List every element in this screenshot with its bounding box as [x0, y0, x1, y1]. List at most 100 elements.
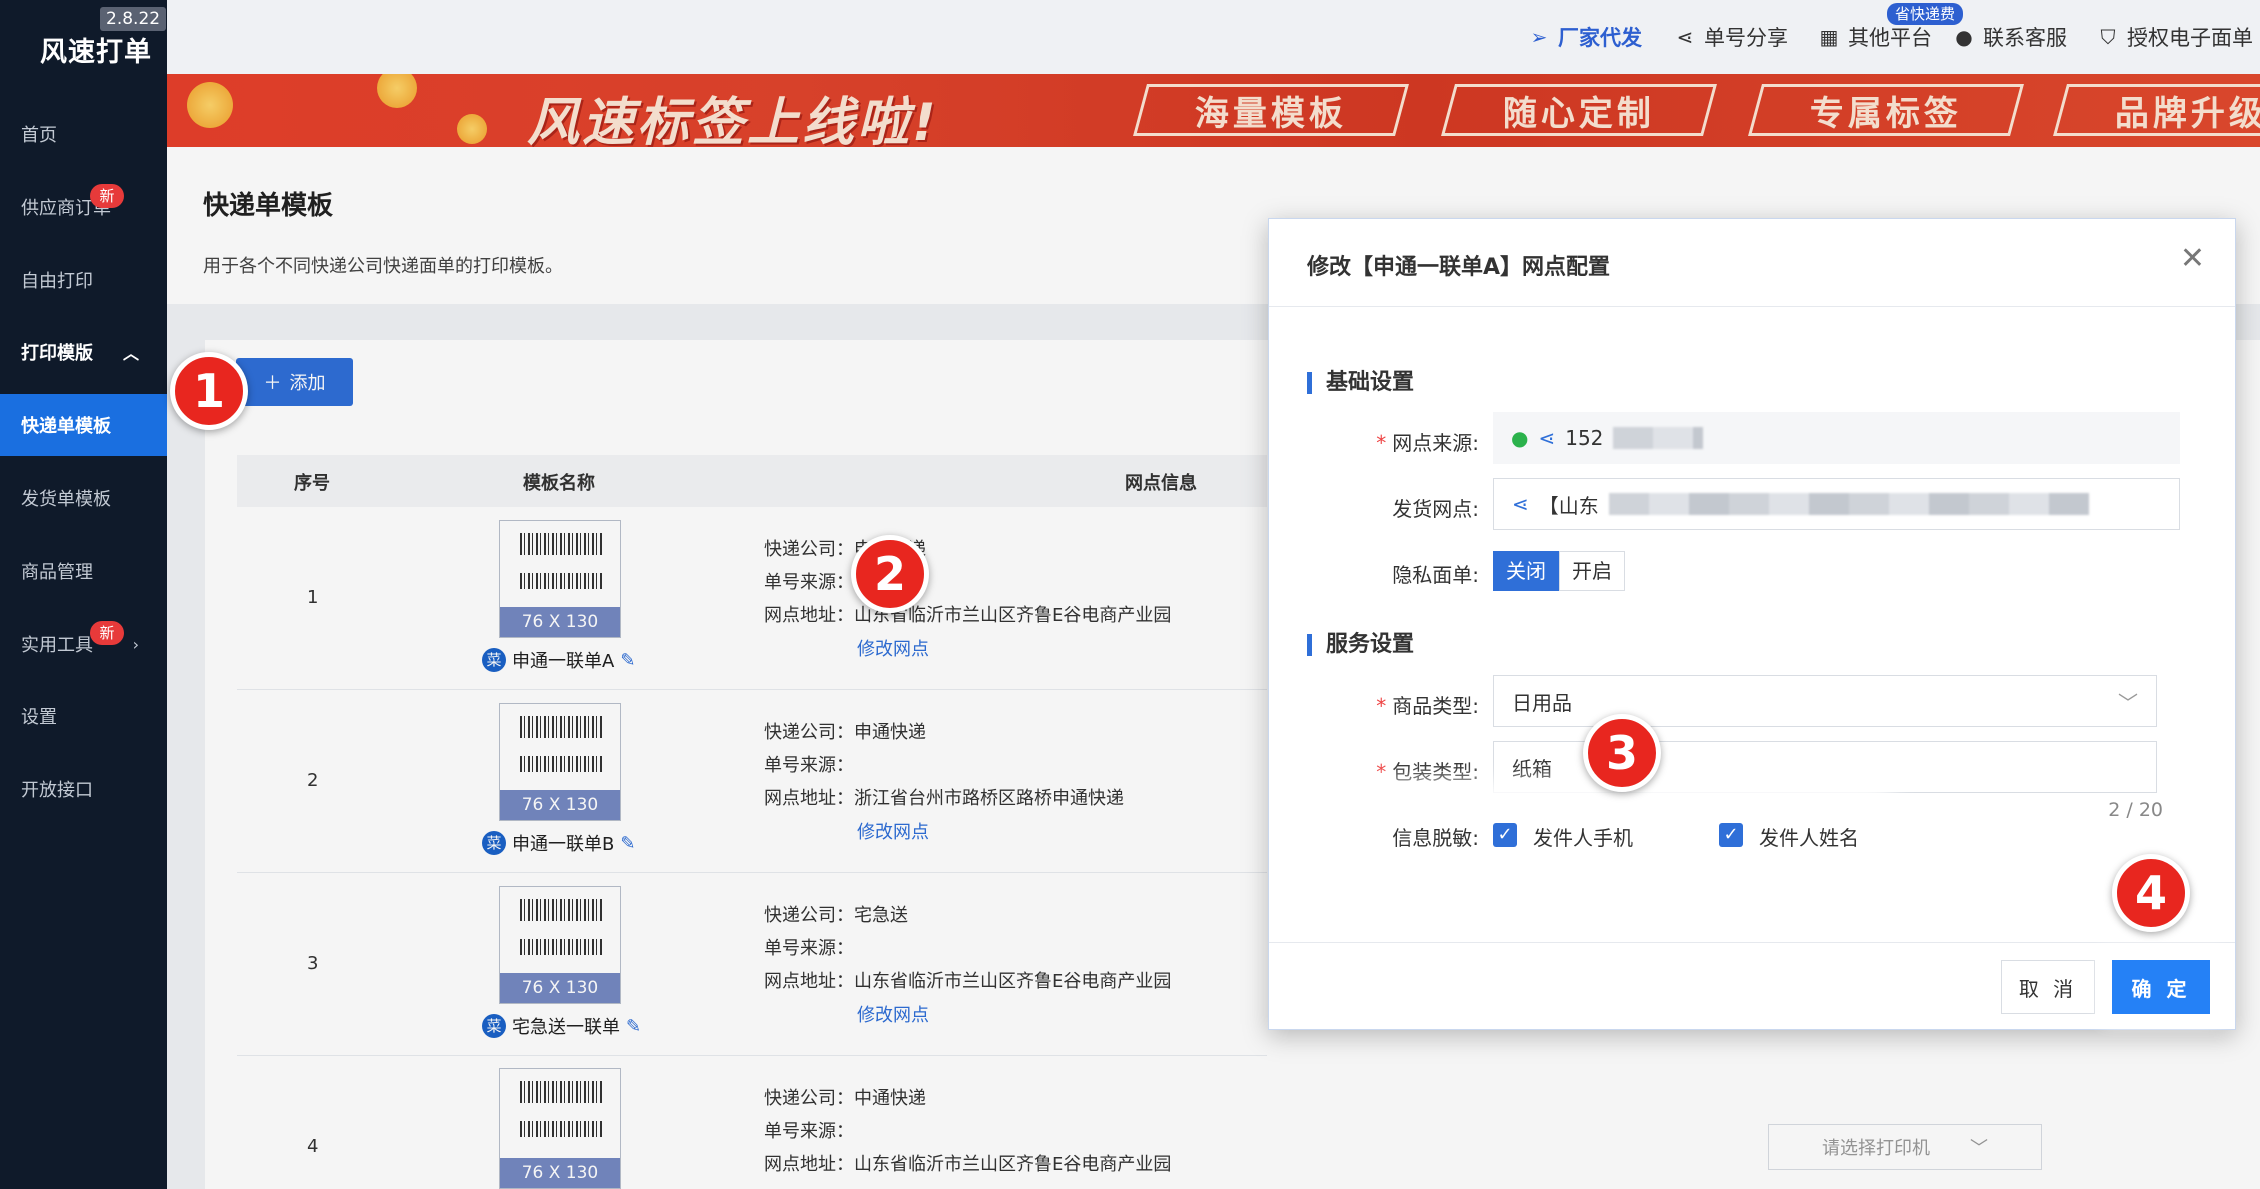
- close-icon[interactable]: ✕: [2180, 241, 2205, 276]
- cainiao-icon: 菜: [482, 831, 506, 855]
- row-index: 3: [307, 953, 319, 974]
- topbar-link-authorize[interactable]: ⛉ 授权电子面单: [2097, 22, 2254, 52]
- topbar-link-platforms[interactable]: ▦ 其他平台: [1818, 22, 1932, 52]
- sidebar-item-open-api[interactable]: 开放接口: [0, 758, 167, 820]
- column-header-name: 模板名称: [523, 473, 595, 494]
- table-row: 4 76 X 130 快递公司：中通快递 单号来源： 网点地址：山东省临沂市兰山…: [237, 1056, 1267, 1189]
- sidebar-item-print-templates[interactable]: 打印模版 ︿: [0, 321, 167, 383]
- edit-icon[interactable]: ✎: [620, 650, 635, 671]
- modify-station-link[interactable]: 修改网点: [857, 635, 929, 661]
- chevron-down-icon: ﹀: [2118, 690, 2138, 715]
- pack-type-label: * 包装类型:: [1376, 760, 1479, 784]
- sidebar-item-supplier-orders[interactable]: 供应商订单 新: [0, 176, 167, 238]
- new-badge: 新: [90, 621, 124, 645]
- barcode-graphic: [520, 756, 602, 772]
- sidebar-item-free-print[interactable]: 自由打印: [0, 249, 167, 311]
- station-address: 网点地址：山东省临沂市兰山区齐鲁E谷电商产业园: [764, 971, 1172, 992]
- send-icon: ➢: [1530, 25, 1548, 49]
- station-source: 单号来源：: [764, 572, 854, 593]
- banner-tag: 品牌升级: [2053, 84, 2260, 136]
- sender-phone-label: 发件人手机: [1533, 826, 1633, 850]
- ship-station-label: 发货网点:: [1392, 497, 1479, 521]
- template-thumbnail[interactable]: 76 X 130: [499, 886, 621, 1004]
- barcode-graphic: [520, 533, 602, 555]
- coin-decoration: [377, 74, 417, 108]
- station-config-modal: 修改【申通一联单A】网点配置 ✕ 基础设置 * 网点来源: ● ⋖ 152 发货网…: [1268, 218, 2236, 1030]
- promo-banner[interactable]: 风速标签上线啦! 海量模板 随心定制 专属标签 品牌升级: [167, 74, 2260, 147]
- template-name: 菜申通一联单B ✎: [482, 830, 635, 856]
- modify-station-link[interactable]: 修改网点: [857, 1001, 929, 1027]
- topbar-link-vendor-ship[interactable]: ➢ 厂家代发: [1528, 22, 1642, 52]
- barcode-graphic: [520, 573, 602, 589]
- template-thumbnail[interactable]: 76 X 130: [499, 1068, 621, 1189]
- sidebar-item-home[interactable]: 首页: [0, 103, 167, 165]
- blurred-text: [1608, 493, 2089, 515]
- edit-icon[interactable]: ✎: [626, 1016, 641, 1037]
- step-marker-4: 4: [2112, 854, 2190, 932]
- topbar-link-share[interactable]: ⋖ 单号分享: [1674, 22, 1788, 52]
- sidebar-item-settings[interactable]: 设置: [0, 685, 167, 747]
- sidebar-item-products[interactable]: 商品管理: [0, 540, 167, 602]
- sidebar-item-tools[interactable]: 实用工具 › 新: [0, 613, 167, 675]
- sidebar: 风速打单 2.8.22 首页 供应商订单 新 自由打印 打印模版 ︿ 快递单模板 …: [0, 0, 167, 1189]
- row-index: 4: [307, 1136, 319, 1157]
- sidebar-item-delivery-template[interactable]: 发货单模板: [0, 467, 167, 529]
- thumbnail-size: 76 X 130: [500, 790, 620, 820]
- barcode-graphic: [520, 939, 602, 955]
- grid-icon: ▦: [1819, 25, 1839, 49]
- coin-decoration: [457, 114, 487, 144]
- chevron-up-icon: ︿: [122, 344, 139, 363]
- privacy-option-off[interactable]: 关闭: [1493, 551, 1559, 591]
- add-template-button[interactable]: ＋添加: [236, 358, 353, 406]
- template-thumbnail[interactable]: 76 X 130: [499, 703, 621, 821]
- edit-icon[interactable]: ✎: [620, 833, 635, 854]
- modal-title: 修改【申通一联单A】网点配置: [1307, 255, 1611, 280]
- table-row: 2 76 X 130 菜申通一联单B ✎ 快递公司：申通快递 单号来源： 网点地址…: [237, 690, 1267, 873]
- ship-station-field[interactable]: ⋖ 【山东: [1493, 478, 2180, 530]
- cainiao-icon: 菜: [482, 1014, 506, 1038]
- section-title-service: 服务设置: [1307, 634, 1414, 656]
- template-thumbnail[interactable]: 76 X 130: [499, 520, 621, 638]
- coin-decoration: [187, 82, 233, 128]
- station-address: 网点地址：山东省临沂市兰山区齐鲁E谷电商产业园: [764, 605, 1172, 626]
- confirm-button[interactable]: 确 定: [2112, 960, 2210, 1014]
- desensitize-label: 信息脱敏:: [1392, 826, 1479, 850]
- shield-icon: ⛉: [2100, 25, 2116, 49]
- station-source: 单号来源：: [764, 1121, 854, 1142]
- row-index: 1: [307, 587, 319, 608]
- page-description: 用于各个不同快递公司快递面单的打印模板。: [203, 256, 563, 277]
- topbar-link-support[interactable]: ● 联系客服: [1953, 22, 2067, 52]
- banner-tag: 随心定制: [1441, 84, 1717, 136]
- source-label: * 网点来源:: [1376, 431, 1479, 455]
- char-counter: 2 / 20: [2108, 799, 2163, 821]
- station-company: 快递公司：中通快递: [764, 1088, 926, 1109]
- sender-name-checkbox[interactable]: ✓: [1719, 823, 1743, 847]
- divider: [1269, 942, 2235, 943]
- privacy-option-on[interactable]: 开启: [1559, 551, 1625, 591]
- sidebar-item-express-template[interactable]: 快递单模板: [0, 394, 167, 456]
- privacy-toggle: 关闭 开启: [1493, 551, 1625, 591]
- printer-select[interactable]: 请选择打印机 ﹀: [1768, 1124, 2042, 1170]
- cainiao-icon: 菜: [482, 648, 506, 672]
- goods-type-select[interactable]: 日用品 ﹀: [1493, 675, 2157, 727]
- cancel-button[interactable]: 取 消: [2001, 960, 2095, 1014]
- station-source: 单号来源：: [764, 938, 854, 959]
- station-source: 单号来源：: [764, 755, 854, 776]
- step-marker-2: 2: [851, 535, 929, 613]
- step-marker-3: 3: [1583, 714, 1661, 792]
- barcode-graphic: [520, 716, 602, 738]
- banner-tag: 专属标签: [1748, 84, 2024, 136]
- section-title-basic: 基础设置: [1307, 372, 1414, 394]
- banner-tag: 海量模板: [1133, 84, 1409, 136]
- page-title: 快递单模板: [203, 191, 334, 221]
- sender-phone-checkbox[interactable]: ✓: [1493, 823, 1517, 847]
- blurred-text: [1613, 427, 1704, 449]
- source-field[interactable]: ● ⋖ 152: [1493, 412, 2180, 464]
- step-marker-1: 1: [170, 352, 248, 430]
- thumbnail-size: 76 X 130: [500, 607, 620, 637]
- support-icon: ●: [1955, 25, 1973, 49]
- barcode-graphic: [520, 899, 602, 921]
- template-name: 菜宅急送一联单 ✎: [482, 1013, 641, 1039]
- thumbnail-size: 76 X 130: [500, 973, 620, 1003]
- modify-station-link[interactable]: 修改网点: [857, 818, 929, 844]
